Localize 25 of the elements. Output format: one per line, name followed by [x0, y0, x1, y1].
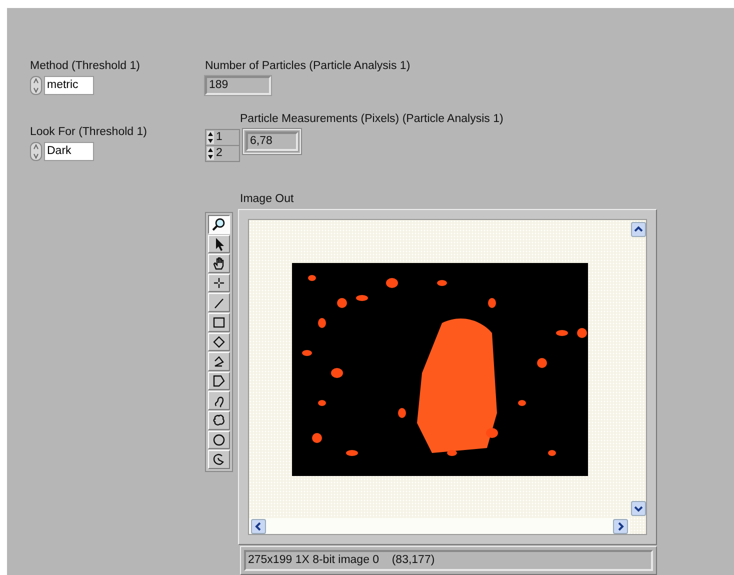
spinner-icon[interactable]: [207, 147, 214, 160]
polygon-icon: [212, 374, 226, 388]
ring-control[interactable]: Dark: [44, 142, 94, 161]
rectangle-icon: [212, 315, 226, 330]
pan-icon: [212, 256, 226, 270]
indicator-label: Particle Measurements (Pixels) (Particle Analysis 1): [240, 112, 504, 126]
tool-button[interactable]: [208, 215, 230, 234]
control-label: Look For (Threshold 1): [30, 125, 148, 139]
status-text: 275x199 1X 8-bit image 0 (83,177): [244, 550, 653, 571]
annulus-icon: [212, 452, 226, 466]
freehand-region-icon: [212, 413, 226, 428]
array-index[interactable]: 1 2: [205, 129, 240, 162]
point-icon: [212, 276, 226, 290]
oval-icon: [212, 432, 226, 447]
numeric-indicator: 189: [205, 76, 271, 95]
index-value: 2: [216, 146, 222, 161]
broken-line-icon: [212, 354, 226, 368]
display-label: Image Out: [240, 192, 295, 206]
index-value: 1: [216, 130, 222, 145]
zoom-icon: [212, 217, 226, 232]
spinner-icon[interactable]: [207, 131, 214, 144]
numeric-indicator: 6,78: [246, 132, 298, 151]
indicator-label: Number of Particles (Particle Analysis 1): [205, 59, 412, 73]
ring-control[interactable]: metric: [44, 76, 94, 95]
control-label: Method (Threshold 1): [30, 59, 141, 73]
